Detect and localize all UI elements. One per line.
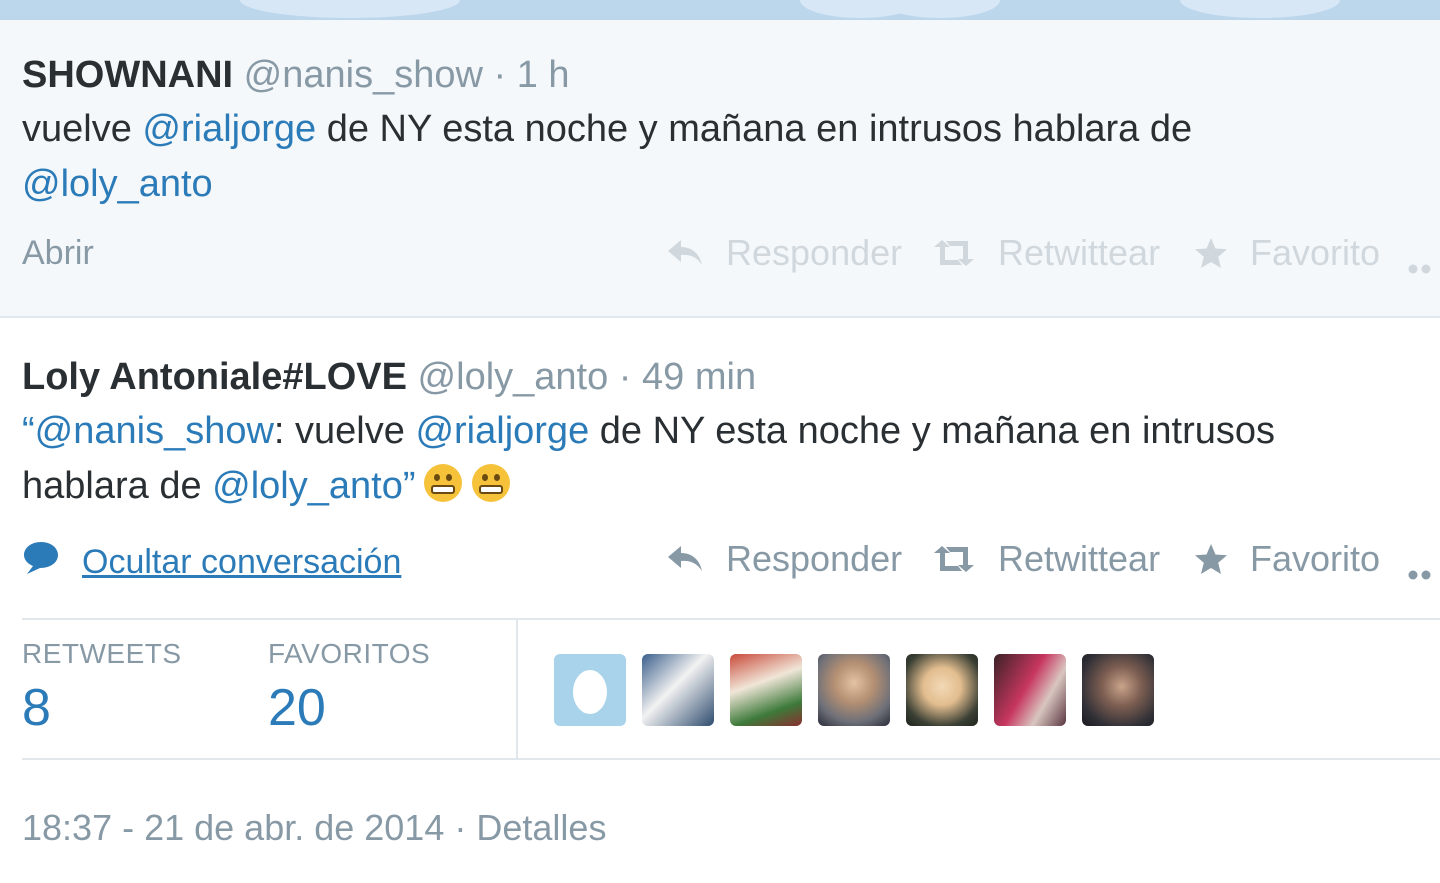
details-link[interactable]: Detalles bbox=[476, 807, 606, 848]
author-name[interactable]: Loly Antoniale#LOVE bbox=[22, 356, 407, 398]
reply-button[interactable]: Responder bbox=[666, 538, 902, 580]
user-avatar[interactable] bbox=[906, 654, 978, 726]
tweet-header: Loly Antoniale#LOVE @loly_anto · 49 min bbox=[22, 356, 756, 399]
favorite-label: Favorito bbox=[1250, 538, 1381, 579]
tweet-text-segment: vuelve bbox=[22, 108, 143, 150]
reply-label: Responder bbox=[726, 538, 903, 579]
favorites-label: FAVORITOS bbox=[268, 638, 431, 669]
background-decoration bbox=[240, 0, 460, 18]
tweet-stats: RETWEETS 8 FAVORITOS 20 bbox=[22, 618, 1440, 760]
top-background-band bbox=[0, 0, 1440, 20]
tweet-time[interactable]: 1 h bbox=[517, 54, 570, 96]
retweet-label: Retwittear bbox=[998, 232, 1161, 273]
quote-mark: ” bbox=[402, 465, 416, 507]
header-separator: · bbox=[493, 54, 507, 96]
user-avatar[interactable] bbox=[818, 654, 890, 726]
tweet-text-segment: : vuelve bbox=[273, 410, 416, 452]
retweet-button[interactable]: Retwittear bbox=[932, 232, 1160, 274]
mention-rialjorge[interactable]: @rialjorge bbox=[415, 410, 589, 452]
tweet-shownani[interactable]: SHOWNANI @nanis_show · 1 h vuelve @rialj… bbox=[0, 20, 1440, 318]
retweet-icon bbox=[932, 238, 976, 268]
stats-divider bbox=[516, 620, 518, 760]
author-name[interactable]: SHOWNANI bbox=[22, 54, 233, 96]
user-avatar[interactable] bbox=[1082, 654, 1154, 726]
tweet-header: SHOWNANI @nanis_show · 1 h bbox=[22, 54, 570, 97]
tweet-text-segment: hablara de bbox=[22, 465, 213, 507]
retweets-label: RETWEETS bbox=[22, 638, 182, 669]
favorite-button[interactable]: Favorito bbox=[1194, 232, 1380, 274]
tweet-actions: Responder Retwittear Favorito bbox=[0, 232, 1440, 282]
retweet-button[interactable]: Retwittear bbox=[932, 538, 1160, 580]
more-options-button[interactable] bbox=[1408, 242, 1438, 284]
quote-mark: “ bbox=[22, 410, 35, 452]
footer-separator: · bbox=[454, 807, 467, 848]
favorite-button[interactable]: Favorito bbox=[1194, 538, 1380, 580]
tweet-text: “@nanis_show: vuelve @rialjorge de NY es… bbox=[22, 404, 1422, 514]
favorites-count: 20 bbox=[268, 679, 326, 737]
more-options-button[interactable] bbox=[1408, 548, 1438, 590]
mention-nanis-show[interactable]: @nanis_show bbox=[35, 410, 274, 452]
mention-loly-anto[interactable]: @loly_anto bbox=[212, 465, 403, 507]
tweet-timestamp[interactable]: 18:37 - 21 de abr. de 2014 bbox=[22, 807, 444, 848]
tweet-footer: 18:37 - 21 de abr. de 2014 · Detalles bbox=[22, 807, 606, 849]
header-separator: · bbox=[618, 356, 632, 398]
reply-button[interactable]: Responder bbox=[666, 232, 902, 274]
grimacing-face-icon bbox=[423, 464, 462, 502]
reply-icon bbox=[666, 544, 704, 574]
default-egg-avatar[interactable] bbox=[554, 654, 626, 726]
retweets-count: 8 bbox=[22, 679, 51, 737]
favorite-label: Favorito bbox=[1250, 232, 1381, 273]
more-icon bbox=[1408, 242, 1438, 284]
more-icon bbox=[1408, 548, 1438, 590]
background-decoration bbox=[880, 0, 1000, 18]
tweet-time[interactable]: 49 min bbox=[642, 356, 756, 398]
star-icon bbox=[1194, 237, 1228, 269]
star-icon bbox=[1194, 543, 1228, 575]
tweet-text-segment: de NY esta noche y mañana en intrusos ha… bbox=[316, 108, 1193, 150]
background-decoration bbox=[1180, 0, 1340, 18]
mention-loly-anto[interactable]: @loly_anto bbox=[22, 163, 213, 205]
author-handle[interactable]: @nanis_show bbox=[244, 54, 483, 96]
retweets-stat[interactable]: RETWEETS 8 bbox=[22, 638, 182, 738]
mention-rialjorge[interactable]: @rialjorge bbox=[142, 108, 316, 150]
favoriters-avatars bbox=[554, 654, 1170, 726]
retweet-icon bbox=[932, 544, 976, 574]
author-handle[interactable]: @loly_anto bbox=[418, 356, 609, 398]
grimacing-face-icon bbox=[471, 464, 510, 502]
user-avatar[interactable] bbox=[994, 654, 1066, 726]
user-avatar[interactable] bbox=[642, 654, 714, 726]
tweet-text: vuelve @rialjorge de NY esta noche y mañ… bbox=[22, 102, 1422, 212]
user-avatar[interactable] bbox=[730, 654, 802, 726]
favorites-stat[interactable]: FAVORITOS 20 bbox=[268, 638, 430, 738]
tweet-text-segment: de NY esta noche y mañana en intrusos bbox=[589, 410, 1276, 452]
tweet-actions: Responder Retwittear Favorito bbox=[0, 538, 1440, 588]
reply-icon bbox=[666, 238, 704, 268]
reply-label: Responder bbox=[726, 232, 903, 273]
tweet-loly-antoniale[interactable]: Loly Antoniale#LOVE @loly_anto · 49 min … bbox=[0, 320, 1440, 883]
retweet-label: Retwittear bbox=[998, 538, 1161, 579]
